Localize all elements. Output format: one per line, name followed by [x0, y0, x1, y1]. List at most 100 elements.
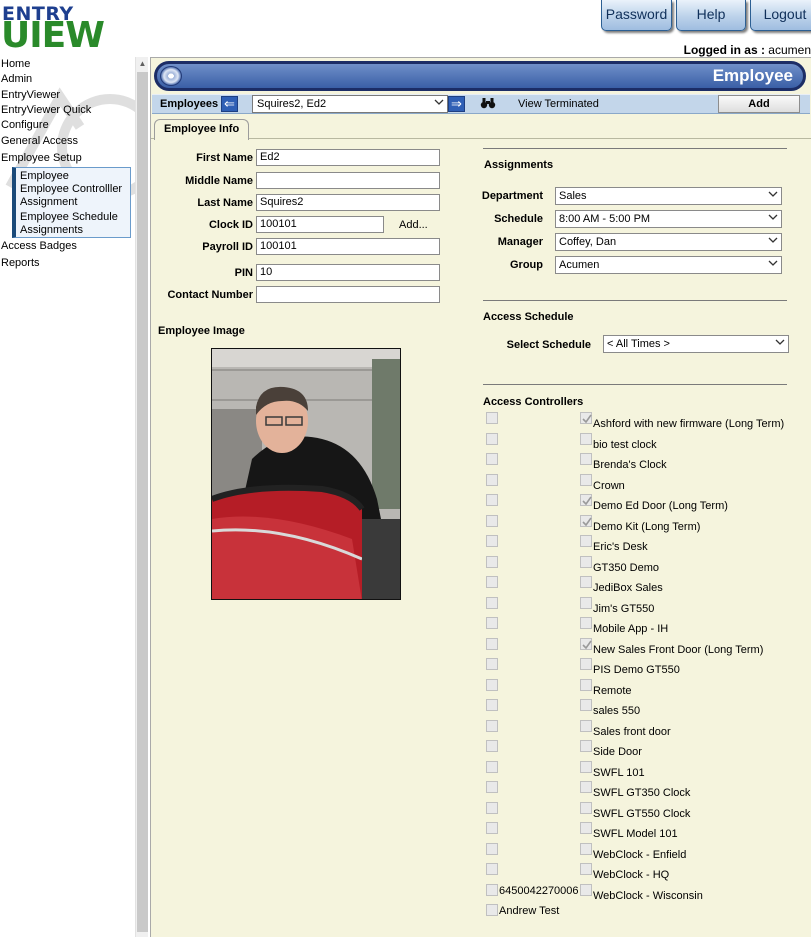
nav-entryviewer[interactable]: EntryViewer: [1, 89, 60, 101]
controller-checkbox[interactable]: [580, 699, 592, 711]
subnav-employee-schedule-assignments[interactable]: Employee Schedule Assignments: [20, 211, 132, 237]
subnav-employee-controller-assignment[interactable]: Employee Controlller Assignment: [20, 183, 132, 209]
controller-checkbox-left[interactable]: [486, 678, 498, 691]
binoculars-icon[interactable]: [480, 97, 496, 109]
view-terminated-link[interactable]: View Terminated: [518, 98, 599, 110]
department-select[interactable]: Sales: [555, 187, 782, 205]
controller-checkbox[interactable]: [580, 658, 592, 670]
controller-checkbox[interactable]: [580, 678, 592, 691]
checkmark-icon: [582, 496, 592, 506]
controller-checkbox-left[interactable]: [486, 637, 498, 650]
middle-name-field[interactable]: [256, 172, 440, 189]
nav-admin[interactable]: Admin: [1, 73, 32, 85]
manager-label: Manager: [497, 236, 543, 248]
controller-checkbox-left[interactable]: [486, 699, 498, 711]
nav-configure[interactable]: Configure: [1, 119, 49, 131]
controller-checkbox[interactable]: [580, 719, 592, 732]
controller-checkbox-left[interactable]: [486, 555, 498, 568]
controller-checkbox[interactable]: [580, 576, 592, 588]
first-name-field[interactable]: Ed2: [256, 149, 440, 166]
last-name-field[interactable]: Squires2: [256, 194, 440, 211]
nav-employee-setup[interactable]: Employee Setup: [1, 152, 82, 164]
controller-checkbox[interactable]: [580, 781, 592, 793]
contact-number-field[interactable]: [256, 286, 440, 303]
nav-reports[interactable]: Reports: [1, 257, 40, 269]
chevron-down-icon: [768, 237, 778, 243]
controller-checkbox-left[interactable]: [486, 781, 498, 793]
employee-photo-illustration: [212, 349, 400, 599]
add-employee-button[interactable]: Add: [718, 95, 800, 113]
controller-checkbox-left[interactable]: [486, 494, 498, 506]
pin-field[interactable]: 10: [256, 264, 440, 281]
controller-checkbox-left[interactable]: [486, 617, 498, 629]
controller-checkbox[interactable]: [580, 822, 592, 834]
payroll-id-field[interactable]: 100101: [256, 238, 440, 255]
logo-line-2: UIEW: [1, 15, 105, 56]
controller-checkbox[interactable]: [580, 842, 592, 855]
logout-button[interactable]: Logout: [750, 0, 811, 31]
employee-setup-submenu: Employee Employee Controlller Assignment…: [12, 167, 131, 238]
controller-checkbox-left[interactable]: [486, 576, 498, 588]
scroll-up-icon[interactable]: ▲: [136, 57, 149, 71]
controller-checkbox-left[interactable]: [486, 883, 498, 896]
subnav-employee[interactable]: Employee: [20, 170, 69, 183]
controller-checkbox-left[interactable]: [486, 801, 498, 814]
controller-checkbox-left[interactable]: [486, 842, 498, 855]
controller-checkbox-left[interactable]: [486, 453, 498, 465]
nav-entryviewer-quick[interactable]: EntryViewer Quick: [1, 104, 91, 116]
controller-checkbox-left[interactable]: [486, 535, 498, 547]
controller-checkbox-left[interactable]: [486, 822, 498, 834]
controller-checkbox-left[interactable]: [486, 432, 498, 445]
controller-checkbox[interactable]: [580, 637, 592, 650]
controller-checkbox-left[interactable]: [486, 514, 498, 527]
controller-checkbox[interactable]: [580, 535, 592, 547]
controller-checkbox[interactable]: [580, 432, 592, 445]
controller-checkbox[interactable]: [580, 514, 592, 527]
manager-select[interactable]: Coffey, Dan: [555, 233, 782, 251]
employee-selector-bar: Employees ⇐ Squires2, Ed2 ⇒ View Termina…: [152, 94, 810, 114]
controller-checkbox[interactable]: [580, 596, 592, 609]
nav-general-access[interactable]: General Access: [1, 135, 78, 147]
controller-checkbox[interactable]: [580, 473, 592, 486]
controller-label: Eric's Desk: [593, 541, 648, 553]
access-schedule-select[interactable]: < All Times >: [603, 335, 789, 353]
help-button[interactable]: Help: [676, 0, 746, 31]
controller-checkbox-left[interactable]: [486, 658, 498, 670]
employee-select[interactable]: Squires2, Ed2: [252, 95, 448, 113]
controller-checkbox[interactable]: [580, 801, 592, 814]
nav-access-badges[interactable]: Access Badges: [1, 240, 77, 252]
chevron-down-icon: [434, 99, 444, 105]
controller-checkbox-left[interactable]: [486, 760, 498, 773]
chevron-down-icon: [768, 214, 778, 220]
controller-checkbox-left[interactable]: [486, 740, 498, 752]
controller-checkbox[interactable]: [580, 740, 592, 752]
disc-icon: [160, 66, 182, 86]
clock-id-add-link[interactable]: Add...: [399, 219, 428, 231]
controller-checkbox-left[interactable]: [486, 863, 498, 875]
controller-checkbox[interactable]: [580, 494, 592, 506]
controller-checkbox[interactable]: [580, 453, 592, 465]
schedule-label: Schedule: [494, 213, 543, 225]
controller-checkbox[interactable]: [580, 412, 592, 424]
controller-checkbox-left[interactable]: [486, 412, 498, 424]
nav-home[interactable]: Home: [1, 58, 30, 70]
controller-checkbox-left[interactable]: [486, 596, 498, 609]
tab-employee-info[interactable]: Employee Info: [154, 119, 250, 140]
previous-employee-arrow-icon[interactable]: ⇐: [221, 96, 238, 112]
controller-checkbox[interactable]: [580, 555, 592, 568]
controller-checkbox-left[interactable]: [486, 904, 498, 916]
controller-checkbox-left[interactable]: [486, 473, 498, 486]
logged-in-label: Logged in as :: [683, 43, 765, 57]
controller-checkbox[interactable]: [580, 863, 592, 875]
next-employee-arrow-icon[interactable]: ⇒: [448, 96, 465, 112]
clock-id-field[interactable]: 100101: [256, 216, 384, 233]
controller-checkbox-left[interactable]: [486, 719, 498, 732]
group-select[interactable]: Acumen: [555, 256, 782, 274]
controller-checkbox[interactable]: [580, 760, 592, 773]
controller-checkbox[interactable]: [580, 617, 592, 629]
scrollbar-thumb[interactable]: [137, 72, 148, 932]
schedule-select[interactable]: 8:00 AM - 5:00 PM: [555, 210, 782, 228]
controller-checkbox[interactable]: [580, 883, 592, 896]
sidebar-scrollbar[interactable]: ▲: [135, 57, 148, 937]
password-button[interactable]: Password: [601, 0, 672, 31]
